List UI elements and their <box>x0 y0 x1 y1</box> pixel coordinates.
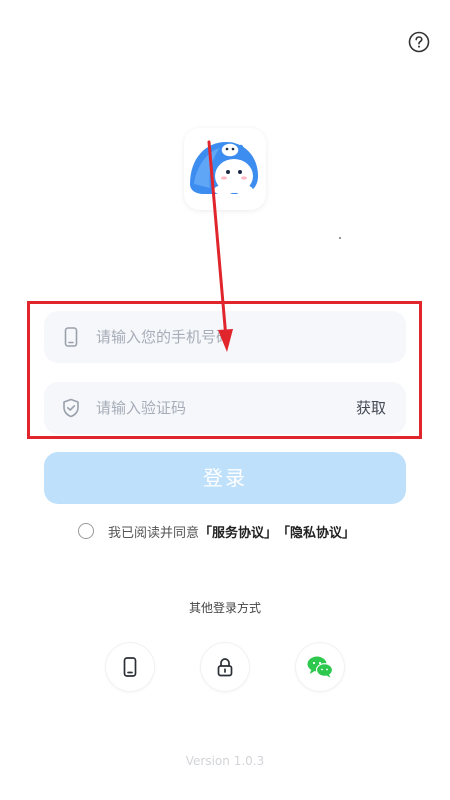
app-logo <box>184 128 266 210</box>
login-page: 获取 登录 我已阅读并同意 「服务协议」 「隐私协议」 其他登录方式 <box>0 0 450 800</box>
mascot-logo <box>184 128 266 210</box>
question-circle-icon <box>408 31 430 53</box>
verification-code-field: 获取 <box>44 382 406 434</box>
phone-icon <box>64 327 78 347</box>
wechat-icon <box>307 656 334 678</box>
other-login-title: 其他登录方式 <box>188 601 261 615</box>
speck <box>339 237 341 239</box>
login-button[interactable]: 登录 <box>44 452 406 504</box>
verification-code-input[interactable] <box>96 382 346 434</box>
privacy-agreement-link[interactable]: 「隐私协议」 <box>277 522 355 541</box>
lock-icon <box>217 658 233 677</box>
agreement-row: 我已阅读并同意 「服务协议」 「隐私协议」 <box>78 521 355 541</box>
phone-icon <box>123 657 137 677</box>
version-label: Version 1.0.3 <box>185 754 265 768</box>
phone-login-button[interactable] <box>106 643 154 691</box>
agreement-checkbox[interactable] <box>78 523 94 539</box>
service-agreement-link[interactable]: 「服务协议」 <box>199 522 277 541</box>
shield-check-icon <box>63 398 79 418</box>
agreement-text: 我已阅读并同意 <box>108 525 200 541</box>
wechat-login-button[interactable] <box>296 643 344 691</box>
phone-input[interactable] <box>96 311 346 363</box>
help-button[interactable] <box>408 31 430 53</box>
password-login-button[interactable] <box>201 643 249 691</box>
phone-field <box>44 311 406 363</box>
get-code-button[interactable]: 获取 <box>356 397 386 418</box>
